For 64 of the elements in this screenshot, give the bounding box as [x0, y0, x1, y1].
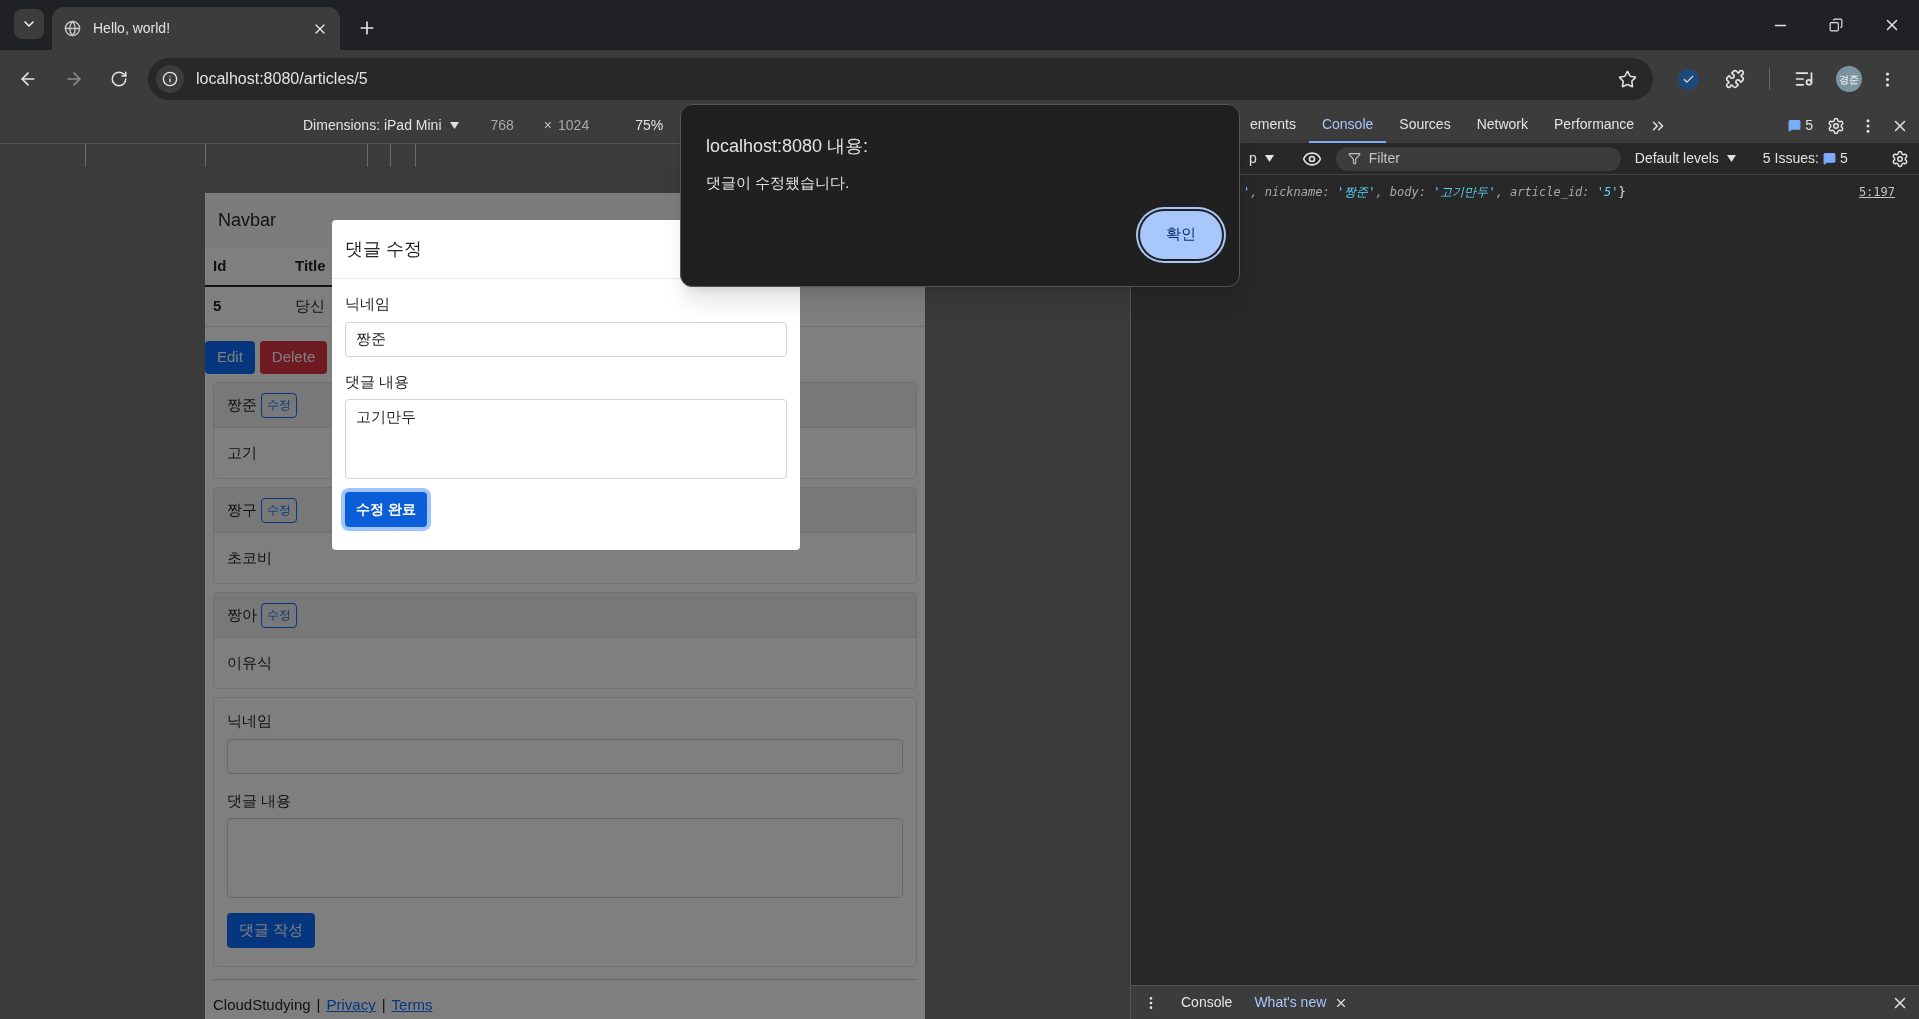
table-cell-text: 5	[213, 296, 223, 317]
tab-title: Hello, world!	[93, 19, 172, 38]
extensions-icon[interactable]	[1725, 69, 1745, 89]
modal-title: 댓글 수정	[345, 237, 422, 261]
alert-title: localhost:8080 내용:	[706, 135, 870, 158]
source-link[interactable]: 5:197	[1858, 183, 1895, 201]
comment-author: 짱준	[227, 394, 257, 415]
field-label: 댓글 내용	[345, 371, 411, 392]
footer-separator: |	[316, 995, 321, 1015]
check-extension-icon[interactable]	[1678, 68, 1699, 90]
column-header: Title	[295, 255, 326, 276]
height-field[interactable]: 1024	[558, 115, 590, 136]
media-icon[interactable]	[1794, 69, 1814, 89]
caret-icon	[1264, 155, 1274, 162]
context-dropdown[interactable]: p	[1249, 148, 1274, 169]
comment-body: 이유식	[227, 652, 272, 673]
nickname-input[interactable]	[227, 738, 903, 774]
levels-dropdown[interactable]: Default levels	[1634, 148, 1736, 169]
column-header: Id	[213, 255, 228, 276]
globe-icon	[64, 20, 81, 37]
dimensions-dropdown[interactable]: Dimensions: iPad Mini	[303, 115, 459, 136]
devtools-tab[interactable]: Network	[1463, 108, 1541, 143]
tab-search-button[interactable]	[14, 9, 44, 39]
comment-author: 짱아	[227, 604, 257, 625]
times-sign: ×	[543, 116, 553, 135]
bookmark-star-icon[interactable]	[1618, 69, 1637, 89]
table-cell-text: 당신	[295, 296, 325, 317]
footer-text: CloudStudying	[213, 995, 311, 1015]
issues-label[interactable]: 5 Issues: 5	[1762, 148, 1848, 169]
alert-message: 댓글이 수정됐습니다.	[706, 173, 851, 193]
devtools-tab[interactable]: Console	[1308, 108, 1387, 143]
address-bar[interactable]: localhost:8080/articles/5	[148, 58, 1653, 100]
site-info-icon[interactable]	[162, 71, 178, 87]
field-label: 댓글 내용	[227, 790, 293, 811]
field-label: 닉네임	[345, 294, 391, 314]
caret-icon	[1726, 155, 1736, 162]
drawer-tab[interactable]: Console	[1181, 992, 1233, 1013]
url-text: localhost:8080/articles/5	[196, 69, 368, 89]
reload-icon[interactable]	[110, 70, 128, 88]
comment-body: 초코비	[227, 547, 272, 568]
devtools-tab[interactable]: Sources	[1386, 108, 1464, 143]
filter-icon	[1347, 152, 1361, 165]
messages-count[interactable]: 5	[1788, 115, 1813, 136]
message-icon	[1788, 119, 1802, 132]
filter-field[interactable]: Filter	[1335, 146, 1621, 171]
nickname-input[interactable]: 짱준	[345, 321, 787, 357]
settings-icon[interactable]	[1827, 116, 1845, 135]
comment-body: 고기	[227, 442, 257, 463]
field-label: 닉네임	[227, 711, 273, 731]
comment-author: 짱구	[227, 499, 257, 520]
caret-icon	[449, 122, 459, 129]
message-icon	[1822, 152, 1836, 165]
devtools-tab[interactable]: Performance	[1541, 108, 1648, 143]
navbar-brand[interactable]: Navbar	[218, 206, 277, 234]
comment-textarea[interactable]: 고기만두	[345, 399, 787, 479]
devtools-tab[interactable]: ements	[1237, 108, 1309, 143]
footer-separator: |	[381, 995, 386, 1015]
zoom-dropdown[interactable]: 75%	[635, 115, 664, 136]
restore-icon[interactable]	[1829, 18, 1843, 32]
console-log-text: ', nickname: '짱준', body: '고기만두', article_id: '5'}	[1243, 184, 1626, 201]
settings-icon[interactable]	[1891, 149, 1909, 168]
width-field[interactable]: 768	[490, 115, 514, 136]
drawer-tab[interactable]: What's new	[1254, 992, 1327, 1013]
browser-tab[interactable]: Hello, world!	[52, 7, 340, 50]
